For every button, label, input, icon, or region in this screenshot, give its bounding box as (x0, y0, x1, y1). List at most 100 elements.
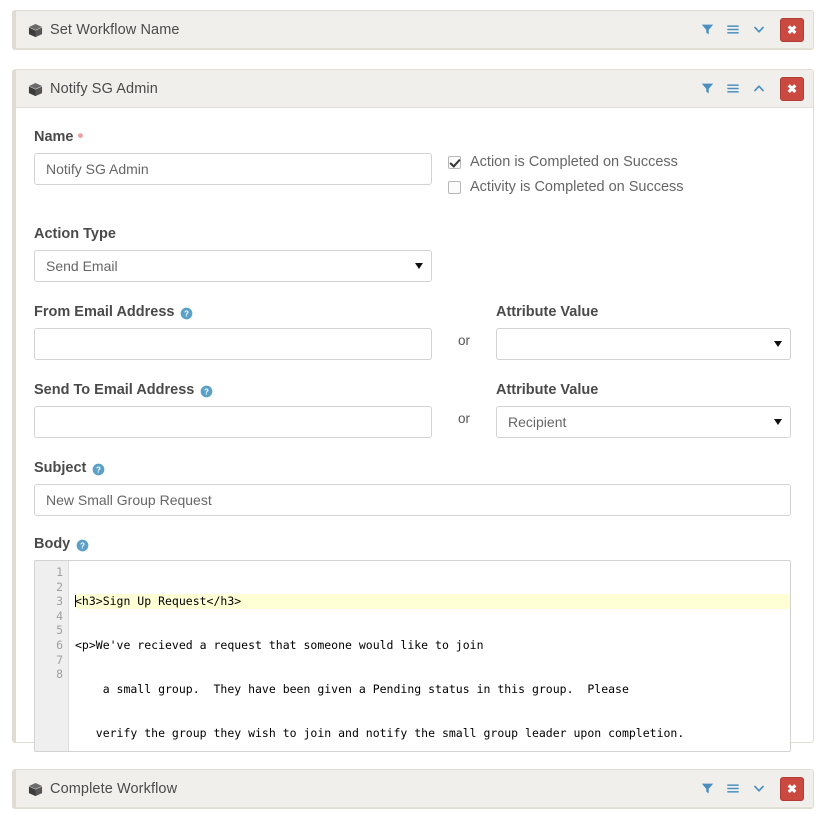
chevron-down-icon (415, 263, 423, 269)
name-label: Name • (34, 128, 432, 145)
name-row: Name • Action is Completed on Success Ac… (34, 128, 791, 204)
panel-set-workflow-name: Set Workflow Name ✖ (12, 10, 814, 50)
subject-label: Subject ? (34, 460, 791, 476)
panel-header-actions: ✖ (694, 70, 813, 107)
code-line: a small group. They have been given a Pe… (75, 682, 790, 697)
send-to-attribute-group: Attribute Value Recipient (496, 382, 791, 438)
action-completed-label: Action is Completed on Success (470, 154, 678, 170)
line-number: 6 (35, 638, 63, 653)
send-to-attribute-label: Attribute Value (496, 382, 791, 398)
code-line: <p>We've recieved a request that someone… (75, 638, 790, 653)
activity-completed-checkbox[interactable] (448, 181, 461, 194)
from-attribute-group: Attribute Value (496, 304, 791, 360)
cube-icon (28, 23, 43, 38)
close-icon[interactable]: ✖ (780, 77, 804, 101)
line-number: 3 (35, 594, 63, 609)
list-icon[interactable] (720, 770, 746, 807)
action-type-label: Action Type (34, 226, 791, 242)
from-email-group: From Email Address ? (34, 304, 432, 360)
filter-icon[interactable] (694, 70, 720, 107)
code-line: <h3>Sign Up Request</h3> (75, 594, 790, 609)
required-marker: • (78, 127, 84, 144)
svg-text:?: ? (96, 465, 101, 474)
name-label-text: Name (34, 129, 74, 145)
send-to-email-label-text: Send To Email Address (34, 382, 194, 398)
panel-notify-sg-admin: Notify SG Admin ✖ (12, 69, 814, 743)
body-label: Body ? (34, 536, 791, 552)
panel-title: Set Workflow Name (50, 22, 180, 38)
panel-header[interactable]: Complete Workflow ✖ (16, 770, 813, 808)
svg-text:?: ? (204, 387, 209, 396)
subject-label-text: Subject (34, 460, 86, 476)
help-icon[interactable]: ? (92, 463, 105, 476)
panel-title: Complete Workflow (50, 781, 177, 797)
help-icon[interactable]: ? (180, 307, 193, 320)
checkbox-row-action-completed[interactable]: Action is Completed on Success (448, 154, 791, 170)
chevron-down-icon (774, 419, 782, 425)
subject-input[interactable] (34, 484, 791, 516)
send-to-email-group: Send To Email Address ? (34, 382, 432, 438)
panel-header-actions: ✖ (694, 770, 813, 807)
from-attribute-label: Attribute Value (496, 304, 791, 320)
help-icon[interactable]: ? (76, 539, 89, 552)
send-to-email-label: Send To Email Address ? (34, 382, 432, 398)
list-icon[interactable] (720, 11, 746, 48)
close-icon[interactable]: ✖ (780, 777, 804, 801)
from-email-label: From Email Address ? (34, 304, 432, 320)
cube-icon (28, 82, 43, 97)
editor-code-area[interactable]: <h3>Sign Up Request</h3> <p>We've reciev… (69, 561, 790, 751)
or-separator: or (432, 304, 496, 360)
body-code-editor[interactable]: 1 2 3 4 5 6 7 8 <h3>Sign Up Request</h3>… (34, 560, 791, 752)
svg-text:?: ? (80, 541, 85, 550)
checkbox-row-activity-completed[interactable]: Activity is Completed on Success (448, 179, 791, 195)
workflow-action-editor: Set Workflow Name ✖ (0, 0, 826, 829)
chevron-down-icon[interactable] (746, 11, 772, 48)
chevron-down-icon[interactable] (746, 770, 772, 807)
activity-completed-label: Activity is Completed on Success (470, 179, 684, 195)
send-to-email-input[interactable] (34, 406, 432, 438)
close-icon[interactable]: ✖ (780, 18, 804, 42)
or-separator: or (432, 382, 496, 438)
action-type-select[interactable]: Send Email (34, 250, 432, 282)
line-number: 8 (35, 667, 63, 682)
panel-body: Name • Action is Completed on Success Ac… (16, 108, 813, 778)
completion-checkbox-group: Action is Completed on Success Activity … (432, 128, 791, 204)
code-line: verify the group they wish to join and n… (75, 726, 790, 741)
name-input[interactable] (34, 153, 432, 185)
action-type-value: Send Email (46, 258, 118, 274)
chevron-up-icon[interactable] (746, 70, 772, 107)
cube-icon (28, 782, 43, 797)
panel-header[interactable]: Notify SG Admin ✖ (16, 70, 813, 108)
line-number: 4 (35, 609, 63, 624)
code-line-text: <h3>Sign Up Request</h3> (75, 594, 241, 608)
svg-text:?: ? (185, 309, 190, 318)
panel-complete-workflow: Complete Workflow ✖ (12, 769, 814, 809)
from-email-row: From Email Address ? or Attribute Value (34, 304, 791, 360)
line-number: 1 (35, 565, 63, 580)
body-label-text: Body (34, 536, 70, 552)
panel-header[interactable]: Set Workflow Name ✖ (16, 11, 813, 49)
body-group: Body ? 1 2 3 4 5 6 (34, 536, 791, 752)
action-completed-checkbox[interactable] (448, 156, 461, 169)
panel-title: Notify SG Admin (50, 81, 158, 97)
send-to-attribute-select[interactable]: Recipient (496, 406, 791, 438)
name-field-group: Name • (34, 128, 432, 204)
action-type-select-wrap: Send Email (34, 250, 432, 282)
line-number: 5 (35, 623, 63, 638)
from-attribute-select[interactable] (496, 328, 791, 360)
send-to-attribute-value: Recipient (508, 414, 566, 430)
editor-gutter: 1 2 3 4 5 6 7 8 (35, 561, 69, 751)
line-number: 7 (35, 653, 63, 668)
help-icon[interactable]: ? (200, 385, 213, 398)
from-email-input[interactable] (34, 328, 432, 360)
action-type-group: Action Type Send Email (34, 226, 791, 282)
from-email-label-text: From Email Address (34, 304, 174, 320)
list-icon[interactable] (720, 70, 746, 107)
subject-group: Subject ? (34, 460, 791, 516)
panel-header-actions: ✖ (694, 11, 813, 48)
line-number: 2 (35, 580, 63, 595)
filter-icon[interactable] (694, 11, 720, 48)
filter-icon[interactable] (694, 770, 720, 807)
send-to-email-row: Send To Email Address ? or Attribute Val… (34, 382, 791, 438)
chevron-down-icon (774, 341, 782, 347)
